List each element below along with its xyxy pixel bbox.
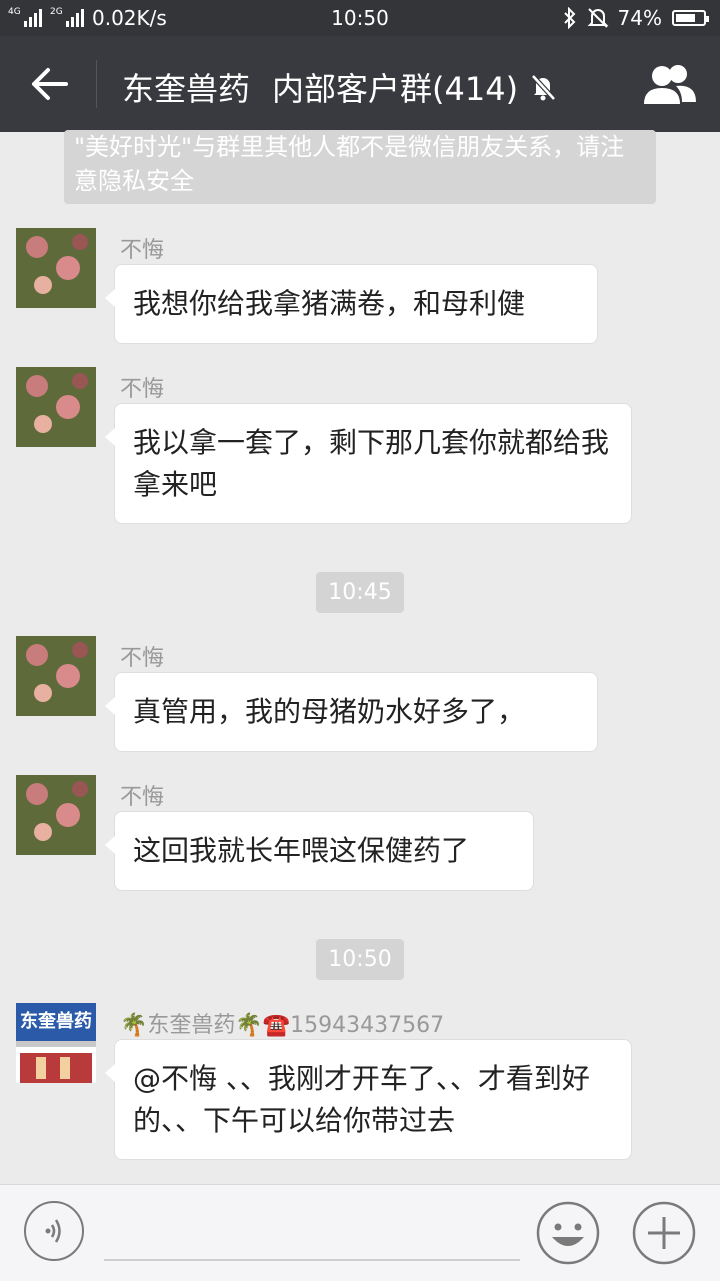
avatar[interactable] — [16, 775, 96, 855]
status-bar: 4G 2G 0.02K/s 10:50 74% — [0, 0, 720, 36]
avatar[interactable] — [16, 228, 96, 308]
message-bubble[interactable]: 我想你给我拿猪满卷，和母利健 — [105, 264, 598, 344]
back-button[interactable] — [30, 66, 70, 102]
sender-name: 不悔 — [120, 377, 165, 402]
timestamp: 10:50 — [0, 939, 720, 980]
avatar[interactable] — [16, 367, 96, 447]
chat-title-name: 东奎兽药 — [122, 70, 251, 108]
battery-icon — [672, 10, 709, 26]
shop-sign: 东奎兽药 — [16, 1003, 96, 1041]
sender-name: 不悔 — [120, 785, 165, 810]
emoji-button[interactable] — [536, 1201, 600, 1265]
message-bubble[interactable]: @不悔 、、我刚才开车了、、才看到好的、、下午可以给你带过去 — [105, 1039, 632, 1160]
chat-title: 东奎兽药 内部客户群(414) — [122, 64, 558, 110]
mute-bell-icon — [531, 74, 556, 101]
message-bubble[interactable]: 我以拿一套了，剩下那几套你就都给我拿来吧 — [105, 403, 632, 524]
bell-off-icon — [587, 8, 608, 28]
voice-button[interactable] — [24, 1201, 84, 1261]
sender-name: 不悔 — [120, 646, 165, 671]
input-bar — [0, 1184, 720, 1281]
message-input[interactable] — [104, 1209, 520, 1261]
avatar[interactable]: 东奎兽药 — [16, 1003, 96, 1083]
voice-icon — [45, 1219, 61, 1243]
chat-header: 东奎兽药 内部客户群(414) — [0, 36, 720, 132]
status-right: 74% — [562, 6, 709, 30]
group-members-icon — [644, 65, 696, 104]
plus-button[interactable] — [632, 1201, 696, 1265]
group-members-button[interactable] — [642, 62, 698, 108]
plus-icon — [632, 1201, 696, 1265]
header-divider — [96, 60, 97, 108]
chat-title-group: 内部客户群(414) — [272, 70, 519, 108]
sender-name: 🌴东奎兽药🌴☎️15943437567 — [120, 1013, 445, 1038]
bluetooth-icon — [563, 7, 575, 29]
message-bubble[interactable]: 真管用，我的母猪奶水好多了， — [105, 672, 598, 752]
avatar[interactable] — [16, 636, 96, 716]
message-bubble[interactable]: 这回我就长年喂这保健药了 — [105, 811, 534, 891]
battery-percent: 74% — [617, 6, 662, 30]
back-arrow-icon — [32, 68, 68, 100]
timestamp: 10:45 — [0, 572, 720, 613]
privacy-notice: "美好时光"与群里其他人都不是微信朋友关系，请注意隐私安全 — [64, 130, 656, 204]
emoji-icon — [536, 1201, 600, 1265]
sender-name: 不悔 — [120, 238, 165, 263]
